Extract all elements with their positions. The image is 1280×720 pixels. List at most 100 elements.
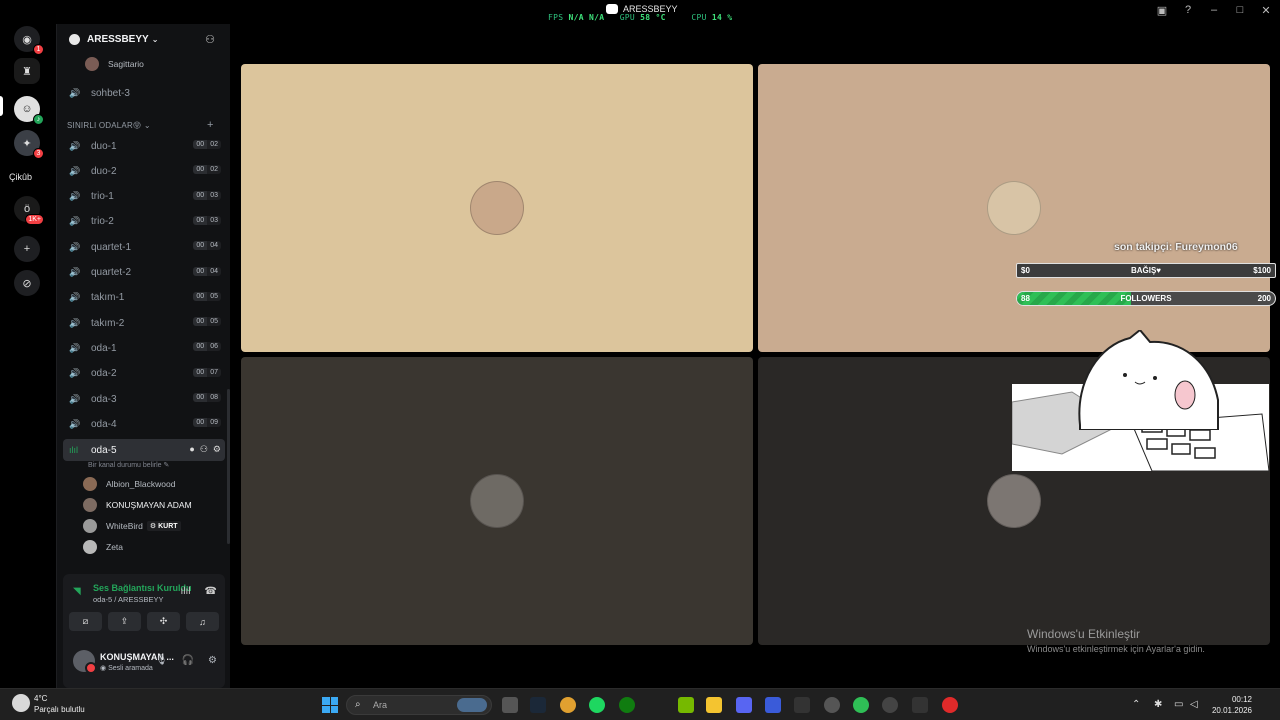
camera-off-button[interactable]: ⧄ bbox=[69, 612, 102, 631]
steam-icon[interactable] bbox=[530, 697, 546, 713]
network-icon[interactable]: ▭ bbox=[1174, 699, 1183, 710]
weather-condition[interactable]: Parçalı bulutlu bbox=[34, 705, 85, 714]
app-icon-circle[interactable] bbox=[824, 697, 840, 713]
disconnect-icon[interactable]: ☎ bbox=[205, 586, 217, 597]
soundboard-button[interactable]: ♫ bbox=[186, 612, 219, 631]
clock[interactable]: 00:12 20.01.2026 bbox=[1208, 694, 1252, 716]
server-header[interactable]: ARESSBEYY ⌄ ⚇ bbox=[57, 24, 231, 54]
channel-oda-5[interactable]: ılıl oda-5 ● ⚇ ⚙ bbox=[63, 439, 225, 461]
app-icon-red[interactable] bbox=[942, 697, 958, 713]
server-icon-3[interactable]: ö 1K+ bbox=[14, 196, 44, 225]
voice-member[interactable]: Zeta bbox=[83, 537, 123, 557]
channel-quartet-2[interactable]: 🔊 quartet-2 00 04 bbox=[63, 262, 225, 284]
chat-icon[interactable]: ● bbox=[189, 444, 194, 455]
speaker-icon: 🔊 bbox=[69, 342, 81, 353]
app-icon-gray[interactable] bbox=[912, 697, 928, 713]
speaker-icon: 🔊 bbox=[69, 87, 81, 98]
speaker-icon: 🔊 bbox=[69, 165, 81, 176]
help-icon[interactable]: ? bbox=[1182, 3, 1194, 17]
file-explorer-icon[interactable] bbox=[706, 697, 722, 713]
unread-badge: 1 bbox=[33, 44, 44, 55]
participant-tile[interactable] bbox=[241, 357, 753, 645]
weather-temp[interactable]: 4°C bbox=[34, 694, 47, 703]
channel-oda-2[interactable]: 🔊 oda-2 00 07 bbox=[63, 363, 225, 385]
noise-suppression-icon[interactable]: ılıl bbox=[181, 586, 191, 597]
add-server-button[interactable]: + bbox=[14, 236, 40, 262]
channel-oda-4[interactable]: 🔊 oda-4 00 09 bbox=[63, 413, 225, 435]
voice-member[interactable]: Albion_Blackwood bbox=[83, 474, 175, 494]
voice-channel-path[interactable]: oda-5 / ARESSBEYY bbox=[93, 595, 163, 604]
invite-icon[interactable]: ⚇ bbox=[200, 444, 208, 455]
voice-member[interactable]: WhiteBird ⚙ KURT bbox=[83, 516, 181, 536]
app-icon-blue[interactable] bbox=[765, 697, 781, 713]
xbox-icon[interactable] bbox=[619, 697, 635, 713]
screen-share-button[interactable]: ⇪ bbox=[108, 612, 141, 631]
category-sinirli-odalar[interactable]: SINIRLI ODALAR😝 ⌄ + bbox=[67, 119, 213, 131]
volume-icon[interactable]: ◁ bbox=[1190, 699, 1198, 710]
channel-oda-3[interactable]: 🔊 oda-3 00 08 bbox=[63, 388, 225, 410]
start-button[interactable] bbox=[322, 697, 338, 713]
server-avatar-icon: ☺ bbox=[21, 103, 33, 115]
channel-oda-1[interactable]: 🔊 oda-1 00 06 bbox=[63, 337, 225, 359]
server-icon-aressbeyy[interactable]: ☺ ♪ bbox=[14, 96, 44, 125]
user-limit-badge: 00 07 bbox=[193, 367, 221, 377]
speaker-icon: 🔊 bbox=[69, 216, 81, 227]
direct-messages-button[interactable]: ◉ 1 bbox=[14, 26, 44, 55]
channel-sohbet-3[interactable]: 🔊 sohbet-3 bbox=[63, 82, 225, 104]
task-view-icon[interactable] bbox=[502, 697, 518, 713]
window-controls: ▣ ? – □ ✕ bbox=[1156, 3, 1272, 17]
utorrent-icon[interactable] bbox=[853, 697, 869, 713]
weather-icon[interactable] bbox=[12, 694, 30, 712]
maximize-button[interactable]: □ bbox=[1234, 3, 1246, 17]
channel-takm-2[interactable]: 🔊 takım-2 00 05 bbox=[63, 312, 225, 334]
server-icon-2[interactable]: ✦ 3 bbox=[14, 130, 44, 159]
spotify-icon[interactable] bbox=[589, 697, 605, 713]
channel-trio-1[interactable]: 🔊 trio-1 00 03 bbox=[63, 186, 225, 208]
bluetooth-icon[interactable]: ✱ bbox=[1154, 699, 1162, 710]
search-highlight-icon bbox=[457, 698, 487, 712]
participant-tile[interactable] bbox=[241, 64, 753, 352]
voice-member[interactable]: Sagittario bbox=[85, 54, 144, 74]
server-icon-1[interactable]: ♜ bbox=[14, 58, 40, 84]
minimize-button[interactable]: – bbox=[1208, 3, 1220, 17]
channel-trio-2[interactable]: 🔊 trio-2 00 03 bbox=[63, 211, 225, 233]
add-channel-icon[interactable]: + bbox=[207, 119, 214, 131]
gear-icon[interactable]: ⚙ bbox=[213, 444, 221, 455]
inbox-icon[interactable]: ▣ bbox=[1156, 3, 1168, 17]
channel-status[interactable]: Bir kanal durumu belirle ✎ bbox=[88, 461, 169, 469]
server-label-cikub[interactable]: Çikûb bbox=[9, 172, 32, 182]
signal-icon[interactable]: ◥ bbox=[73, 586, 81, 597]
channel-duo-2[interactable]: 🔊 duo-2 00 02 bbox=[63, 160, 225, 182]
speaker-icon: 🔊 bbox=[69, 368, 81, 379]
tray-chevron-icon[interactable]: ⌃ bbox=[1132, 699, 1140, 710]
user-limit-badge: 00 04 bbox=[193, 266, 221, 276]
user-avatar[interactable] bbox=[73, 650, 97, 674]
microphone-icon[interactable]: 🎙 bbox=[155, 655, 168, 666]
gear-icon[interactable]: ⚙ bbox=[208, 655, 217, 666]
server-avatar-icon: ✦ bbox=[22, 137, 32, 150]
taskbar-search[interactable]: ⌕ Ara bbox=[346, 695, 492, 715]
search-icon: ⌕ bbox=[355, 699, 361, 710]
nvidia-icon[interactable] bbox=[678, 697, 694, 713]
user-limit-badge: 00 02 bbox=[193, 140, 221, 149]
headphones-icon[interactable]: 🎧 bbox=[182, 655, 194, 666]
settings-icon[interactable] bbox=[882, 697, 898, 713]
unread-badge: 1K+ bbox=[25, 214, 44, 225]
discord-taskbar-icon[interactable] bbox=[736, 697, 752, 713]
channel-duo-1[interactable]: 🔊 duo-1 00 02 bbox=[63, 135, 225, 157]
chrome-icon[interactable] bbox=[560, 697, 576, 713]
app-icon-dark[interactable] bbox=[794, 697, 810, 713]
unread-badge: 3 bbox=[33, 148, 44, 159]
voice-member[interactable]: KONUŞMAYAN ADAM bbox=[83, 495, 192, 515]
voice-indicator-badge: ♪ bbox=[33, 114, 44, 125]
selected-server-indicator bbox=[0, 96, 3, 116]
close-button[interactable]: ✕ bbox=[1260, 3, 1272, 17]
invite-people-icon[interactable]: ⚇ bbox=[205, 33, 215, 46]
participant-tile[interactable] bbox=[758, 64, 1270, 352]
channel-takm-1[interactable]: 🔊 takım-1 00 05 bbox=[63, 287, 225, 309]
discover-button[interactable]: ⊘ bbox=[14, 270, 40, 296]
channel-quartet-1[interactable]: 🔊 quartet-1 00 04 bbox=[63, 236, 225, 258]
user-limit-badge: 00 09 bbox=[193, 418, 221, 428]
participant-avatar bbox=[470, 181, 524, 235]
activities-button[interactable]: ✣ bbox=[147, 612, 180, 631]
